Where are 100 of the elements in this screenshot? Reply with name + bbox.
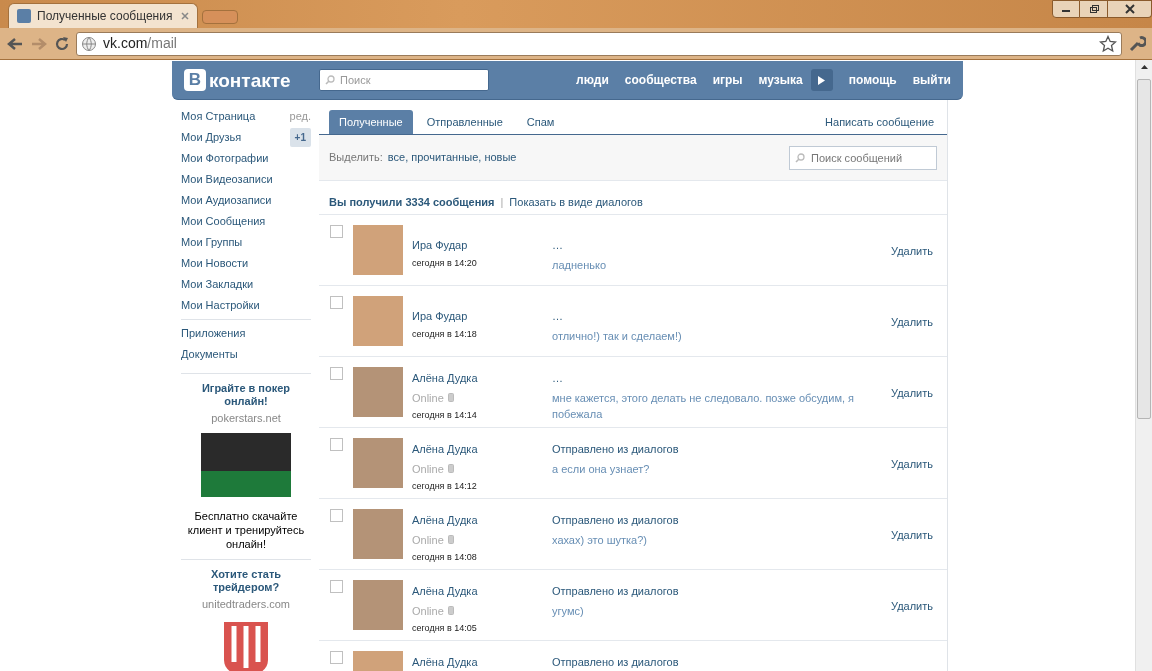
scroll-thumb[interactable]	[1137, 79, 1151, 419]
message-search-field[interactable]: Поиск сообщений	[789, 145, 937, 170]
sender-name[interactable]: Алёна Дудка	[412, 441, 552, 458]
dialogs-link[interactable]: Показать в виде диалогов	[509, 193, 643, 210]
new-tab-button[interactable]	[202, 10, 238, 24]
phone-icon	[447, 606, 454, 616]
delete-link[interactable]: Удалить	[891, 456, 936, 473]
message-row[interactable]: Алёна Дудка Online сегодня в 14:14 … мне кажется, этого делать не следовало. позже обсудим, я побежала Удалить	[319, 357, 947, 428]
message-row[interactable]: Алёна Дудка Online сегодня в 14:05 Отправлено из диалогов угумс) Удалить	[319, 570, 947, 641]
sidebar-link[interactable]: Приложения	[181, 325, 246, 342]
logo-text[interactable]: контакте	[209, 70, 291, 90]
checkbox[interactable]	[330, 509, 343, 522]
avatar-placeholder[interactable]	[353, 367, 403, 417]
message-title[interactable]: …	[552, 308, 862, 325]
compose-link[interactable]: Написать сообщение	[825, 110, 937, 134]
sender-name[interactable]: Ира Фудар	[412, 237, 552, 254]
count-badge[interactable]: +1	[289, 128, 311, 147]
message-title[interactable]: …	[552, 370, 862, 387]
sidebar-link[interactable]: Моя Страница	[181, 108, 256, 125]
sender-name[interactable]: Ира Фудар	[412, 308, 552, 325]
play-button[interactable]	[810, 69, 833, 91]
photo-placeholder[interactable]	[201, 432, 291, 497]
forward-arrow-icon[interactable]	[30, 35, 48, 52]
checkbox[interactable]	[330, 651, 343, 664]
delete-link[interactable]: Удалить	[891, 385, 936, 402]
nav-link[interactable]: игры	[712, 71, 743, 89]
avatar-placeholder[interactable]	[353, 509, 403, 559]
sidebar-link[interactable]: Мои Закладки	[181, 276, 254, 293]
checkbox[interactable]	[330, 367, 343, 380]
message-title[interactable]: Отправлено из диалогов	[552, 583, 862, 600]
scrollbar[interactable]	[1135, 60, 1152, 671]
avatar-placeholder[interactable]	[353, 296, 403, 346]
nav-link[interactable]: люди	[576, 71, 609, 89]
message-row[interactable]: Ира Фудар сегодня в 14:20 … ладненько Удалить	[319, 215, 947, 286]
sidebar-link[interactable]: Документы	[181, 346, 238, 363]
address-bar[interactable]: vk.com/mail	[76, 31, 1122, 56]
select-options[interactable]: все, прочитанные, новые	[387, 149, 517, 166]
checkbox[interactable]	[330, 580, 343, 593]
search-field[interactable]: Поиск	[319, 69, 489, 91]
sender-name[interactable]: Алёна Дудка	[412, 583, 552, 600]
sidebar-link[interactable]: Мои Сообщения	[181, 213, 266, 230]
message-row[interactable]: Алёна Дудка Online сегодня в 14:12 Отправлено из диалогов а если она узнает? Удалить	[319, 428, 947, 499]
message-title[interactable]: Отправлено из диалогов	[552, 441, 862, 458]
nav-link[interactable]: помощь	[848, 71, 897, 89]
message-row[interactable]: Алёна Дудка Online сегодня в 14:08 Отправлено из диалогов хахах) это шутка?) Удалить	[319, 499, 947, 570]
ad-domain[interactable]: unitedtraders.com	[201, 595, 290, 612]
avatar-placeholder[interactable]	[353, 438, 403, 488]
sidebar-link[interactable]: Мои Настройки	[181, 297, 260, 314]
sidebar-link[interactable]: Мои Друзья	[181, 129, 242, 146]
delete-link[interactable]: Удалить	[891, 243, 936, 260]
mail-tab[interactable]: Отправленные	[416, 110, 513, 134]
online-status: Online	[412, 532, 444, 548]
reload-icon[interactable]	[54, 35, 70, 52]
message-title[interactable]: Отправлено из диалогов	[552, 654, 862, 671]
close-icon[interactable]	[181, 12, 189, 20]
message-text[interactable]: отлично!) так и сделаем!)	[552, 327, 862, 344]
sidebar-link[interactable]: Мои Аудиозаписи	[181, 192, 272, 209]
sidebar-link[interactable]: Мои Фотографии	[181, 150, 269, 167]
nav-link[interactable]: сообщества	[624, 71, 697, 89]
delete-link[interactable]: Удалить	[891, 314, 936, 331]
message-text[interactable]: а если она узнает?	[552, 460, 862, 477]
sender-name[interactable]: Алёна Дудка	[412, 512, 552, 529]
message-row[interactable]: Ира Фудар сегодня в 14:18 … отлично!) так и сделаем!) Удалить	[319, 286, 947, 357]
checkbox[interactable]	[330, 296, 343, 309]
message-text[interactable]: ладненько	[552, 256, 862, 273]
message-text[interactable]: угумс)	[552, 602, 862, 619]
nav-link[interactable]: музыка	[758, 71, 803, 89]
sender-name[interactable]: Алёна Дудка	[412, 370, 552, 387]
avatar-placeholder[interactable]	[353, 225, 403, 275]
mail-tab[interactable]: Спам	[516, 110, 565, 134]
browser-tab[interactable]: Полученные сообщения	[8, 3, 198, 28]
shield-logo-icon[interactable]	[222, 620, 270, 671]
delete-link[interactable]: Удалить	[891, 527, 936, 544]
nav-link[interactable]: выйти	[912, 71, 951, 89]
ad-text[interactable]: Бесплатно скачайте клиент и тренируйтесь онлайн!	[186, 508, 306, 551]
globe-icon	[81, 35, 97, 52]
close-window-button[interactable]	[1108, 0, 1152, 18]
avatar-placeholder[interactable]	[353, 580, 403, 630]
message-text[interactable]: мне кажется, этого делать не следовало. позже обсудим, я побежала	[552, 389, 862, 422]
logo-letter[interactable]: В	[184, 69, 206, 91]
sidebar-link[interactable]: Мои Видеозаписи	[181, 171, 273, 188]
ad-title[interactable]: Хотите стать трейдером?	[191, 567, 301, 594]
message-title[interactable]: …	[552, 237, 862, 254]
message-row[interactable]: Алёна Дудка Отправлено из диалогов	[319, 641, 947, 671]
sidebar-link[interactable]: Мои Новости	[181, 255, 249, 272]
ad-domain[interactable]: pokerstars.net	[211, 410, 281, 427]
mail-tab[interactable]: Полученные	[329, 110, 413, 134]
message-title[interactable]: Отправлено из диалогов	[552, 512, 862, 529]
sender-name[interactable]: Алёна Дудка	[412, 654, 552, 671]
message-text[interactable]: хахах) это шутка?)	[552, 531, 862, 548]
star-icon[interactable]	[1099, 34, 1117, 53]
delete-link[interactable]: Удалить	[891, 598, 936, 615]
maximize-button[interactable]	[1080, 0, 1108, 18]
minimize-button[interactable]	[1052, 0, 1080, 18]
sidebar-link[interactable]: Мои Группы	[181, 234, 243, 251]
wrench-icon[interactable]	[1128, 34, 1146, 53]
checkbox[interactable]	[330, 225, 343, 238]
back-arrow-icon[interactable]	[6, 35, 24, 52]
checkbox[interactable]	[330, 438, 343, 451]
ad-title[interactable]: Играйте в покер онлайн!	[191, 382, 301, 408]
